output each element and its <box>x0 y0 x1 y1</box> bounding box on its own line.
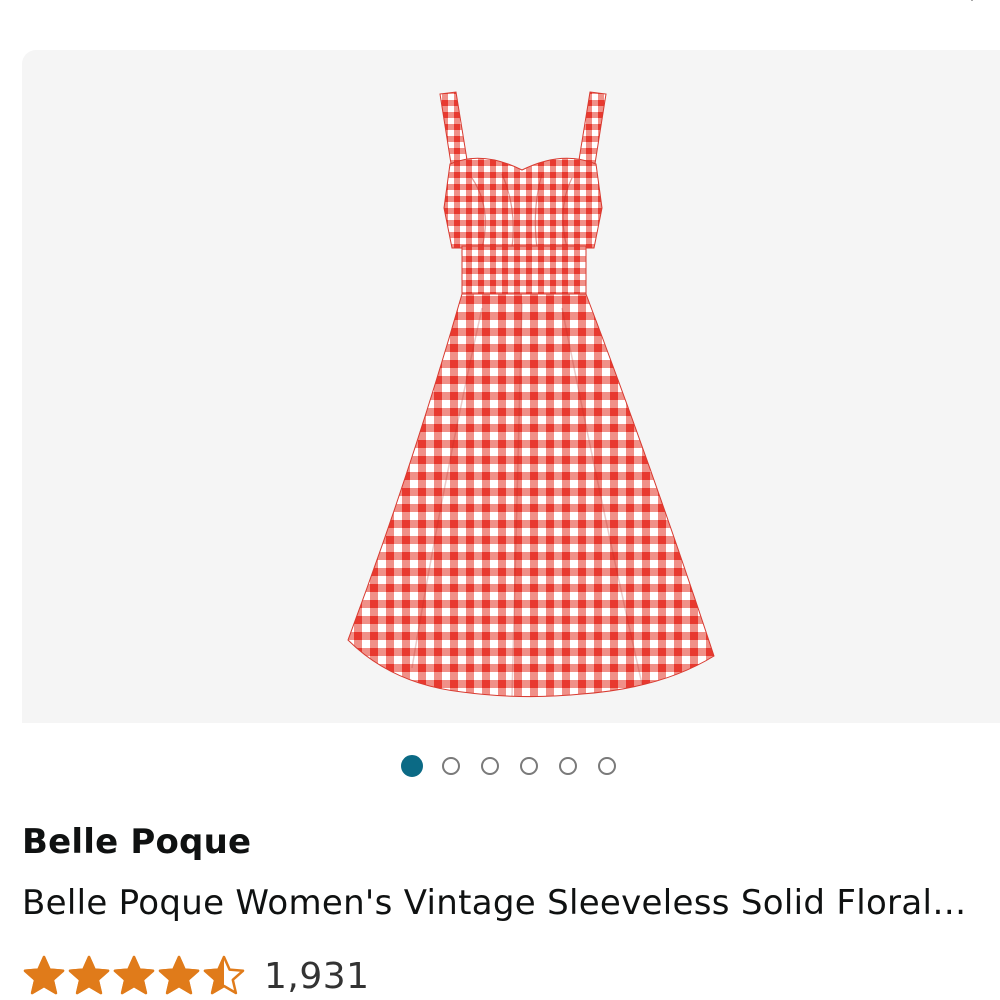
star-icon <box>23 955 65 995</box>
review-count: 1,931 <box>264 955 370 997</box>
product-title[interactable]: Belle Poque Women's Vintage Sleeveless S… <box>22 883 992 923</box>
star-icon <box>68 955 110 995</box>
star-icon <box>203 955 245 995</box>
star-rating <box>22 954 246 998</box>
carousel-dot-5[interactable] <box>559 757 577 775</box>
dress-image <box>347 91 715 698</box>
star-icon <box>113 955 155 995</box>
carousel-dot-6[interactable] <box>598 757 616 775</box>
carousel-dot-1[interactable] <box>401 755 423 777</box>
star-icon <box>158 955 200 995</box>
carousel-dot-4[interactable] <box>520 757 538 775</box>
carousel-dot-2[interactable] <box>442 757 460 775</box>
close-icon[interactable] <box>950 0 994 14</box>
image-carousel-indicator <box>0 755 1000 781</box>
carousel-dot-3[interactable] <box>481 757 499 775</box>
rating-summary[interactable]: 1,931 <box>22 952 370 1000</box>
product-card: Belle Poque Belle Poque Women's Vintage … <box>0 0 1000 1000</box>
product-image[interactable] <box>22 50 1000 723</box>
brand-name[interactable]: Belle Poque <box>22 822 251 862</box>
